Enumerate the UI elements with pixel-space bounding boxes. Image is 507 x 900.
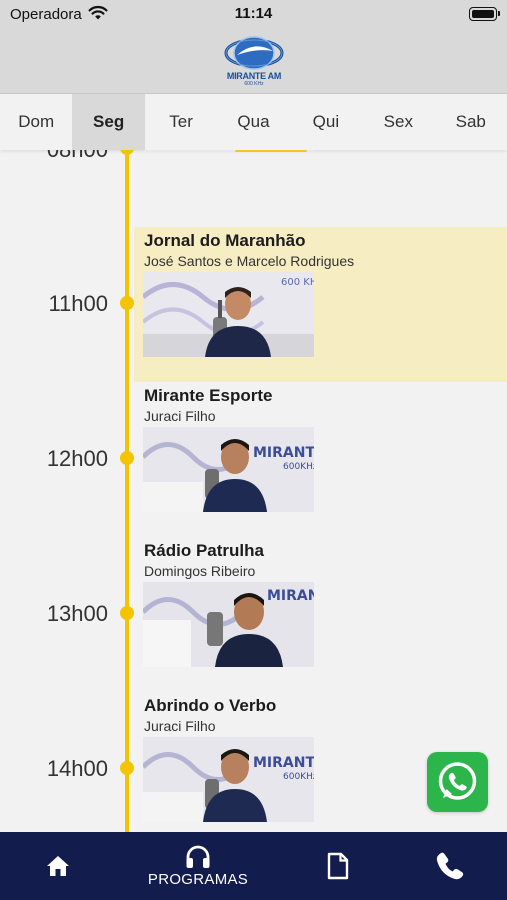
logo-subtext: 600 KHz: [244, 81, 264, 87]
tab-qua[interactable]: Qua: [217, 94, 289, 150]
schedule-time: 12h00: [46, 446, 108, 471]
battery-icon: [469, 7, 500, 21]
thumbnail-caption: 600KHz: [283, 772, 314, 782]
app-header: MIRANTE AM 600 KHz: [0, 28, 507, 94]
day-tabs: Dom Seg Ter Qua Qui Sex Sab: [0, 94, 507, 150]
timeline-dot: [120, 150, 134, 155]
program-thumbnail[interactable]: MIRANTE 600KHz: [143, 737, 314, 822]
headphones-icon: [186, 845, 210, 868]
timeline-dot: [120, 606, 134, 620]
logo-globe-icon: [224, 36, 284, 70]
program-title[interactable]: Rádio Patrulha: [144, 541, 264, 561]
studio-photo: 600 KHz: [143, 272, 314, 357]
program-host: Juraci Filho: [144, 718, 216, 734]
mirante-logo: MIRANTE AM 600 KHz: [223, 34, 285, 92]
tab-ter[interactable]: Ter: [145, 94, 217, 150]
program-thumbnail[interactable]: 600 KHz: [143, 272, 314, 357]
schedule-item[interactable]: 12h00 Mirante Esporte Juraci Filho MIRAN…: [0, 382, 507, 537]
whatsapp-button[interactable]: [427, 752, 488, 812]
document-icon: [327, 852, 349, 880]
nav-programas[interactable]: PROGRAMAS: [138, 832, 258, 900]
studio-photo: MIRANTE 600KHz: [143, 427, 314, 512]
schedule-time: 08h00: [0, 150, 108, 163]
timeline-dot: [120, 296, 134, 310]
studio-photo: MIRANTE 600KHz: [143, 737, 314, 822]
program-host: Domingos Ribeiro: [144, 563, 256, 579]
thumbnail-caption: 600KHz: [283, 462, 314, 472]
schedule-time: 14h00: [46, 756, 108, 781]
program-title[interactable]: Jornal do Maranhão: [144, 231, 306, 251]
program-thumbnail: [143, 150, 314, 152]
nav-home[interactable]: [30, 832, 86, 900]
studio-photo: [143, 150, 314, 152]
schedule-item[interactable]: 11h00 Jornal do Maranhão José Santos e M…: [0, 227, 507, 382]
schedule-item[interactable]: 08h00: [0, 150, 507, 177]
thumbnail-caption: MIRANTE: [253, 755, 314, 771]
phone-icon: [436, 852, 464, 880]
nav-phone[interactable]: [424, 832, 476, 900]
nav-document[interactable]: [312, 832, 364, 900]
schedule-item[interactable]: 13h00 Rádio Patrulha Domingos Ribeiro MI…: [0, 537, 507, 692]
schedule-timeline[interactable]: 08h00 11h00 Jornal do Maranhão: [0, 150, 507, 832]
thumbnail-caption: MIRANTE: [253, 445, 314, 461]
program-thumbnail[interactable]: MIRANTE: [143, 582, 314, 667]
timeline-dot: [120, 451, 134, 465]
schedule-time: 13h00: [46, 601, 108, 626]
program-title[interactable]: Mirante Esporte: [144, 386, 272, 406]
studio-photo: MIRANTE: [143, 582, 314, 667]
tab-sab[interactable]: Sab: [435, 94, 507, 150]
tab-qui[interactable]: Qui: [290, 94, 362, 150]
program-thumbnail[interactable]: MIRANTE 600KHz: [143, 427, 314, 512]
tab-seg[interactable]: Seg: [72, 94, 145, 150]
home-icon: [47, 856, 69, 876]
status-bar: Operadora 11:14: [0, 0, 507, 28]
screen: Operadora 11:14 MIRANTE AM 600 KHz Dom S…: [0, 0, 507, 900]
clock: 11:14: [234, 5, 273, 22]
whatsapp-icon: [438, 762, 477, 800]
program-host: José Santos e Marcelo Rodrigues: [144, 253, 355, 269]
tab-sex[interactable]: Sex: [362, 94, 434, 150]
schedule-time: 11h00: [48, 291, 108, 316]
program-host: Juraci Filho: [144, 408, 216, 424]
timeline-dot: [120, 761, 134, 775]
logo-text: MIRANTE AM: [226, 71, 282, 81]
program-title[interactable]: Abrindo o Verbo: [144, 696, 276, 716]
thumbnail-caption: 600 KHz: [281, 277, 314, 288]
nav-programas-label: PROGRAMAS: [147, 870, 249, 888]
thumbnail-caption: MIRANTE: [267, 588, 314, 604]
tab-dom[interactable]: Dom: [0, 94, 72, 150]
bottom-navigation: PROGRAMAS: [0, 832, 507, 900]
